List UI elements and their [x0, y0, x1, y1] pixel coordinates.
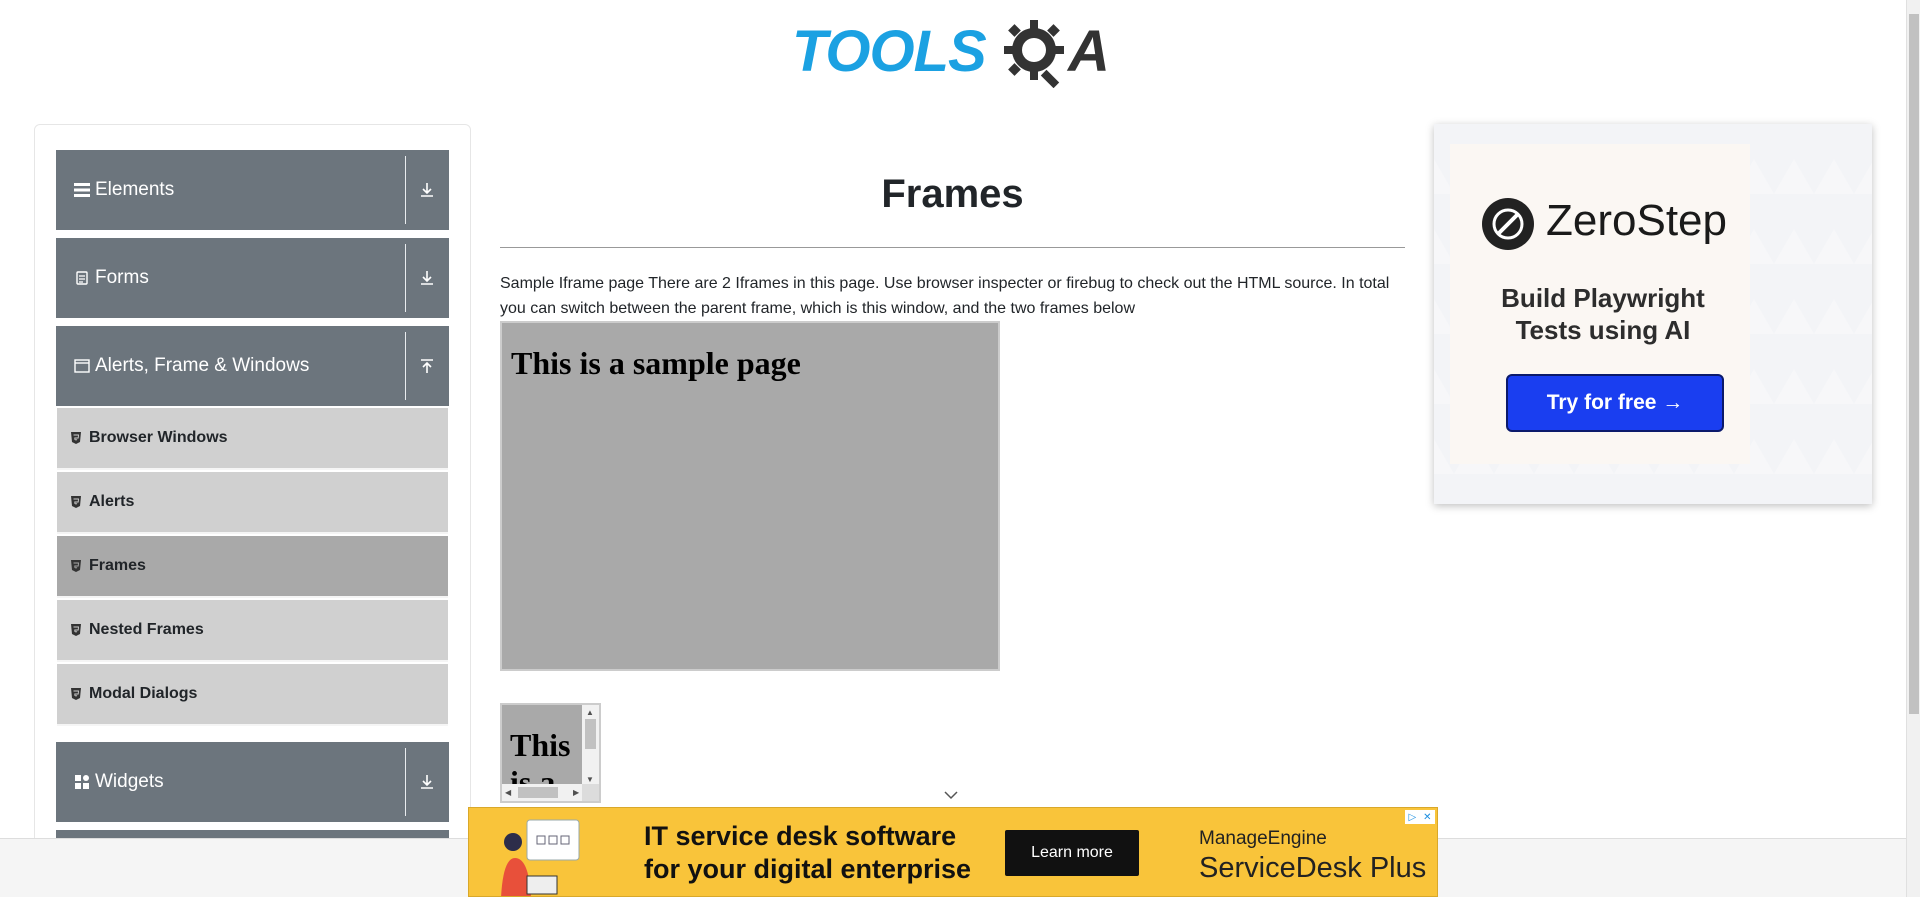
sidebar-item-label: Nested Frames [89, 621, 204, 638]
html5-icon [71, 688, 81, 700]
close-icon[interactable]: ✕ [1423, 812, 1431, 823]
ad-info-icon[interactable]: ▷ [1408, 812, 1416, 823]
left-sidebar: Elements Forms Alerts, Frame & Windows B… [34, 124, 471, 897]
banner-line-1: IT service desk software [644, 821, 957, 851]
sidebar-group-alerts-frame-windows[interactable]: Alerts, Frame & Windows [56, 326, 449, 406]
sidebar-group-elements[interactable]: Elements [56, 150, 449, 230]
title-divider [500, 247, 1405, 248]
scrollbar-thumb[interactable] [585, 719, 596, 749]
sidebar-group-label: Widgets [95, 771, 164, 792]
ad-tagline: Build Playwright Tests using AI [1501, 283, 1705, 345]
upload-arrow-icon[interactable] [415, 326, 439, 406]
banner-headline: IT service desk software for your digita… [644, 820, 971, 886]
manageengine-banner-ad[interactable]: IT service desk software for your digita… [468, 807, 1438, 897]
ad-choices[interactable]: ▷ ✕ [1405, 810, 1435, 824]
person-laptop-illustration-icon [501, 819, 580, 896]
horizontal-scrollbar[interactable]: ◀ ▶ [502, 784, 585, 801]
divider [405, 748, 406, 816]
logo-letter-a: A [1068, 19, 1110, 84]
ad-card: ZeroStep Build Playwright Tests using AI… [1450, 144, 1750, 464]
sidebar-item-alerts[interactable]: Alerts [57, 472, 448, 534]
toolsqa-logo[interactable]: TOOLS A [792, 14, 1116, 90]
try-for-free-button[interactable]: Try for free → [1506, 374, 1724, 432]
download-arrow-icon[interactable] [415, 238, 439, 318]
divider [405, 156, 406, 224]
logo-text: TOOLS [792, 19, 987, 84]
sidebar-group-widgets[interactable]: Widgets [56, 742, 449, 822]
html5-icon [71, 432, 81, 444]
chevron-down-icon[interactable] [943, 789, 959, 801]
intro-text: Sample Iframe page There are 2 Iframes i… [500, 275, 1390, 317]
sidebar-item-label: Browser Windows [89, 429, 228, 446]
html5-icon [71, 560, 81, 572]
sidebar-item-label: Modal Dialogs [89, 685, 198, 702]
scrollbar-thumb[interactable] [1909, 14, 1919, 714]
divider [405, 244, 406, 312]
ad-brand: ZeroStep [1546, 196, 1727, 245]
sidebar-group-label: Forms [95, 267, 149, 288]
scroll-up-icon[interactable]: ▲ [586, 708, 594, 718]
zerostep-logo-icon [1482, 198, 1534, 250]
iframe-large[interactable]: This is a sample page [500, 321, 1000, 671]
sidebar-item-label: Alerts [89, 493, 135, 510]
document-icon [73, 269, 91, 287]
sidebar-item-frames[interactable]: Frames [57, 536, 448, 598]
scroll-right-icon[interactable]: ▶ [573, 788, 579, 798]
divider [405, 332, 406, 400]
frame-heading: This is a sample page [511, 345, 801, 381]
page: TOOLS A Elements Forms Alerts, Frame & W… [0, 0, 1920, 897]
iframe-small[interactable]: This is a sample page ▲ ▼ ◀ ▶ [500, 703, 601, 803]
learn-more-button[interactable]: Learn more [1005, 830, 1139, 876]
html5-icon [71, 496, 81, 508]
vertical-scrollbar[interactable]: ▲ ▼ [582, 705, 599, 788]
sidebar-item-label: Frames [89, 557, 146, 574]
menu-icon [73, 181, 91, 199]
download-arrow-icon[interactable] [415, 150, 439, 230]
sidebar-group-label: Elements [95, 179, 175, 200]
page-scrollbar[interactable] [1906, 0, 1920, 897]
grid-icon [73, 773, 91, 791]
sidebar-group-label: Alerts, Frame & Windows [95, 355, 310, 376]
html5-icon [71, 624, 81, 636]
scrollbar-thumb[interactable] [518, 787, 558, 798]
scroll-left-icon[interactable]: ◀ [505, 788, 511, 798]
sidebar-item-modal-dialogs[interactable]: Modal Dialogs [57, 664, 448, 726]
sidebar-group-forms[interactable]: Forms [56, 238, 449, 318]
zerostep-ad[interactable]: ZeroStep Build Playwright Tests using AI… [1434, 124, 1872, 504]
sidebar-item-browser-windows[interactable]: Browser Windows [57, 408, 448, 470]
banner-line-2: for your digital enterprise [644, 854, 972, 884]
scrollbar-corner [582, 784, 599, 801]
banner-brand-manageengine: ManageEngine [1199, 828, 1327, 849]
window-icon [73, 357, 91, 375]
page-title: Frames [881, 172, 1024, 216]
download-arrow-icon[interactable] [415, 742, 439, 822]
sidebar-item-nested-frames[interactable]: Nested Frames [57, 600, 448, 662]
gear-magnifier-icon [1004, 20, 1064, 88]
banner-brand-servicedesk: ServiceDesk Plus [1199, 852, 1427, 884]
